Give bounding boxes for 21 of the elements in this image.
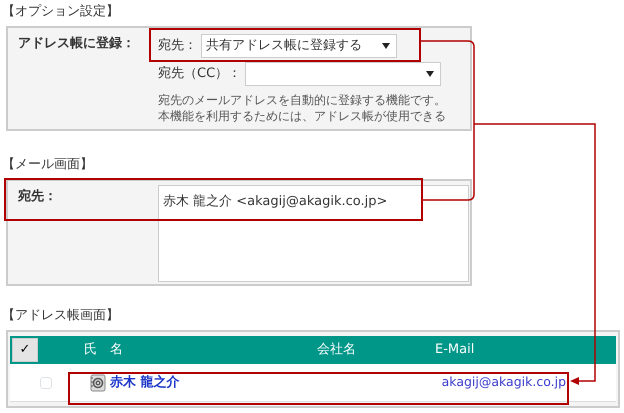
- section-heading: 【メール画面】: [1, 156, 94, 174]
- select-all-button[interactable]: ✓: [12, 338, 38, 362]
- caret-icon: [426, 71, 434, 77]
- recipient-field[interactable]: 赤木 龍之介 <akagij@akagik.co.jp>: [158, 185, 469, 282]
- caret-icon: [382, 43, 390, 49]
- field-label: アドレス帳に登録：: [17, 35, 136, 53]
- field-label: 宛先：: [158, 37, 197, 56]
- dropdown[interactable]: [245, 62, 442, 86]
- row-checkbox[interactable]: [40, 376, 52, 388]
- field-label: 宛先：: [16, 188, 58, 206]
- column-header: 会社名: [317, 341, 357, 360]
- email-link[interactable]: akagij@akagik.co.jp: [442, 373, 566, 392]
- column-header: E-Mail: [435, 341, 476, 360]
- address-book-icon: [90, 374, 106, 392]
- section-heading: 【オプション設定】: [1, 3, 120, 21]
- section-heading: 【アドレス帳画面】: [1, 307, 120, 325]
- help-text: 宛先のメールアドレスを自動的に登録する機能です。 本機能を利用するためには、アドレス帳が使用できる: [158, 92, 446, 124]
- column-header: 氏 名: [84, 341, 124, 360]
- dropdown[interactable]: 共有アドレス帳に登録する: [201, 34, 397, 58]
- field-label: 宛先（CC）：: [158, 65, 242, 84]
- contact-name-link[interactable]: 赤木 龍之介: [110, 372, 180, 392]
